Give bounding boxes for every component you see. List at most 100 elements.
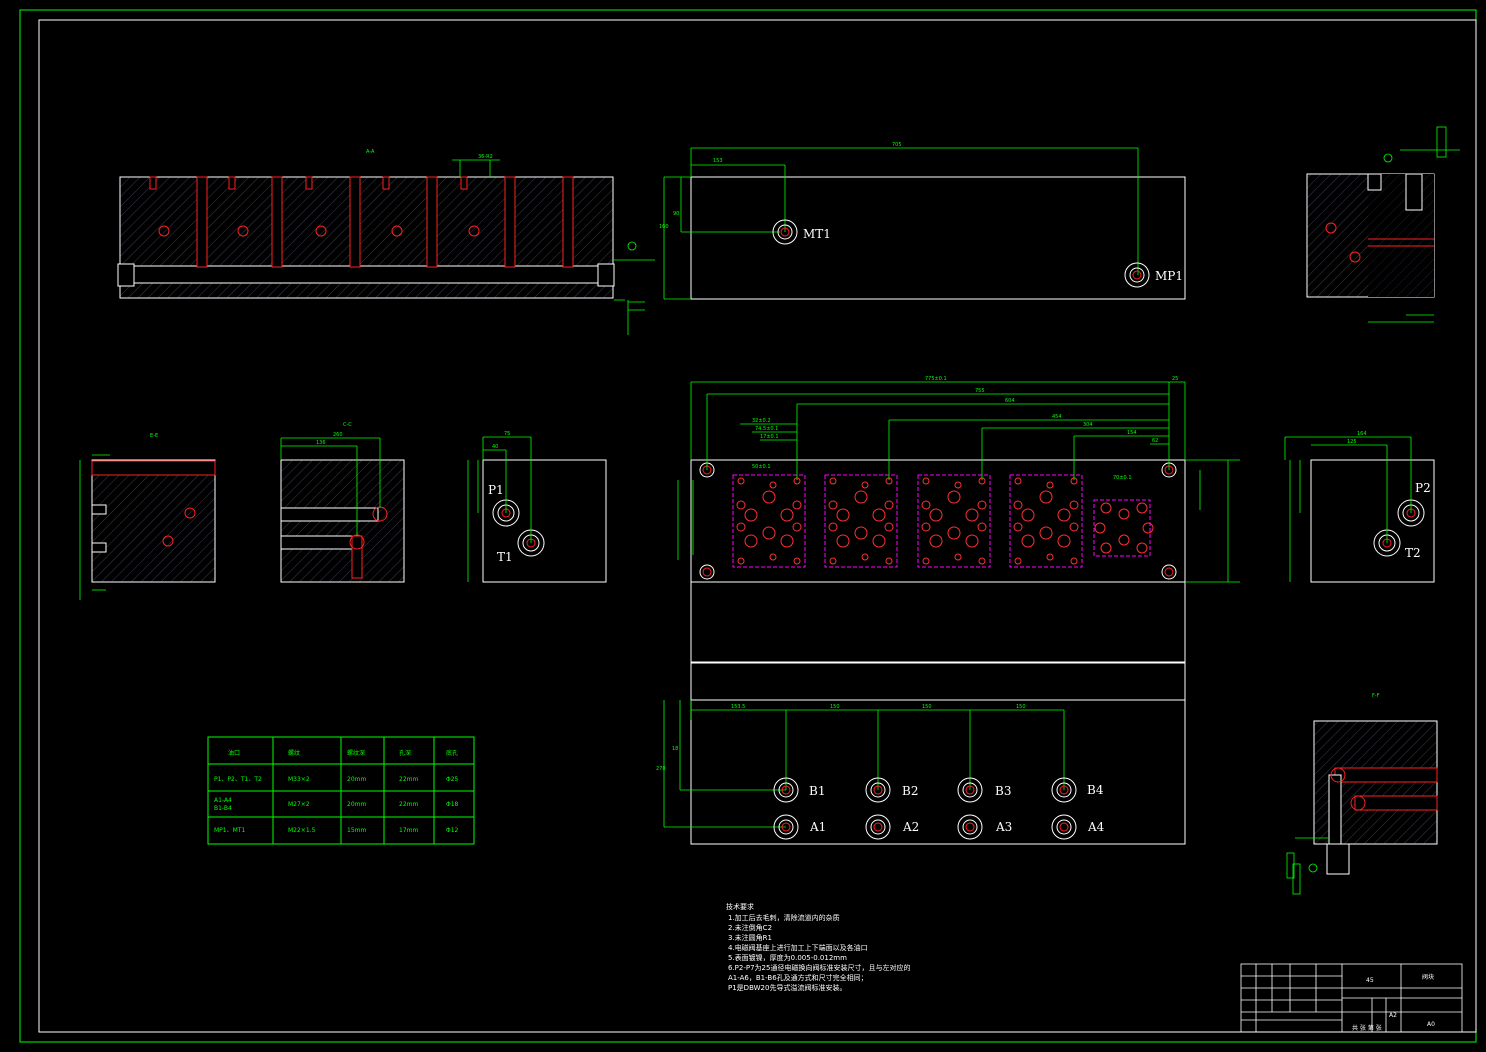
section-aa-view: A-A 36-R2 <box>117 149 655 335</box>
notes-line: A1-A6，B1-B6孔及通方式和尺寸完全相同； <box>728 973 868 982</box>
svg-text:40: 40 <box>492 444 498 450</box>
svg-text:160: 160 <box>659 224 669 230</box>
title-name: 阀块 <box>1422 973 1434 981</box>
valve-port-hole <box>780 508 794 522</box>
inner-frame <box>38 19 1477 1033</box>
valve-port-hole <box>1039 490 1053 504</box>
relief-valve-hole <box>1100 542 1112 554</box>
valve-port-hole <box>780 534 794 548</box>
title-scale: A2 <box>1389 1012 1397 1019</box>
valve-bolt-hole <box>954 481 962 489</box>
valve-port-hole <box>1057 534 1071 548</box>
notes-line: 4.电磁阀基座上进行加工上下端面以及各油口 <box>728 943 868 952</box>
table-cell: M27×2 <box>288 801 310 808</box>
valve-port-hole <box>872 508 886 522</box>
port-b1-label: B1 <box>809 784 825 798</box>
port-outer-ring <box>957 814 983 840</box>
valve-bolt-hole <box>1014 477 1022 485</box>
valve-bolt-hole <box>954 553 962 561</box>
svg-text:50±0.1: 50±0.1 <box>752 464 771 470</box>
table-cell: 20mm <box>347 776 366 783</box>
svg-text:153.5: 153.5 <box>731 704 745 710</box>
valve-pilot-hole <box>977 500 987 510</box>
valve-port-hole <box>929 508 943 522</box>
port-mt1-label: MT1 <box>803 227 831 241</box>
bottom-view: 153.5 150 150 150 270 18 B1 B2 B3 B4 A1 … <box>656 662 1186 845</box>
section-ff-label: F-F <box>1372 693 1380 699</box>
port-b4-label: B4 <box>1087 783 1104 797</box>
svg-text:25: 25 <box>1172 376 1178 382</box>
relief-valve-hole <box>1142 522 1154 534</box>
section-cc-view: C-C 260 136 <box>280 422 405 583</box>
valve-bolt-hole <box>922 557 930 565</box>
port-inner-ring <box>962 819 978 835</box>
table-header: 底孔 <box>446 749 458 757</box>
svg-text:36-R2: 36-R2 <box>478 154 493 160</box>
valve-port-hole <box>929 534 943 548</box>
title-sign: 共 张 第 张 <box>1352 1024 1382 1032</box>
relief-valve-hole <box>1118 508 1130 520</box>
port-a1-label: A1 <box>809 820 826 834</box>
p1-t1-side-view: 75 40 P1 T1 <box>467 431 607 583</box>
svg-text:74.5±0.1: 74.5±0.1 <box>755 426 778 432</box>
svg-text:270: 270 <box>656 766 666 772</box>
section-ee-view: E-E <box>79 433 216 600</box>
p2-t2-side-view: 164 125 P2 T2 <box>1284 431 1435 583</box>
valve-pilot-hole <box>921 522 931 532</box>
valve-port-hole <box>762 526 776 540</box>
port-mp1-label: MP1 <box>1155 269 1183 283</box>
table-header: 螺纹深 <box>347 749 365 757</box>
valve-pilot-hole <box>828 522 838 532</box>
relief-valve-hole <box>1136 502 1148 514</box>
table-cell: Φ25 <box>446 776 459 783</box>
valve-port-hole <box>1039 526 1053 540</box>
table-cell: M22×1.5 <box>288 827 316 834</box>
relief-valve-hole <box>1136 542 1148 554</box>
svg-text:90: 90 <box>673 211 679 217</box>
svg-text:454: 454 <box>1052 414 1062 420</box>
valve-port-hole <box>836 534 850 548</box>
table-cell: 22mm <box>399 776 418 783</box>
svg-text:755: 755 <box>975 388 985 394</box>
svg-text:70±0.1: 70±0.1 <box>1113 475 1132 481</box>
svg-text:18: 18 <box>672 746 678 752</box>
valve-port-hole <box>836 508 850 522</box>
port-bore <box>873 822 883 832</box>
svg-text:150: 150 <box>1016 704 1026 710</box>
valve-port-hole <box>854 526 868 540</box>
section-aa-label: A-A <box>366 149 375 155</box>
valve-bolt-hole <box>861 481 869 489</box>
port-t2-label: T2 <box>1405 546 1421 560</box>
valve-bolt-hole <box>1070 557 1078 565</box>
valve-pilot-hole <box>884 522 894 532</box>
port-outer-ring <box>865 814 891 840</box>
cad-drawing: A-A 36-R2 705 153 90 160 MT1 MP1 E-E C-C… <box>19 9 1477 1043</box>
notes-title: 技术要求 <box>726 902 754 911</box>
notes-line: 1.加工后去毛刺，清除流道内的杂质 <box>728 913 840 922</box>
svg-text:304: 304 <box>1083 422 1093 428</box>
valve-port-hole <box>947 526 961 540</box>
port-outer-ring <box>1051 814 1077 840</box>
valve-port-hole <box>762 490 776 504</box>
valve-bolt-hole <box>793 557 801 565</box>
notes-line: 5.表面镀镍，厚度为0.005-0.012mm <box>728 953 847 962</box>
port-a3-label: A3 <box>995 820 1012 834</box>
svg-text:153: 153 <box>713 158 723 164</box>
section-cc-label: C-C <box>343 422 352 428</box>
title-material: 45 <box>1366 977 1374 984</box>
valve-bolt-hole <box>737 557 745 565</box>
valve-port-hole <box>965 534 979 548</box>
valve-port-hole <box>1021 534 1035 548</box>
valve-bolt-hole <box>1046 553 1054 561</box>
table-cell: MP1、MT1 <box>214 827 245 834</box>
valve-pilot-hole <box>921 500 931 510</box>
valve-pilot-hole <box>1013 500 1023 510</box>
valve-pilot-hole <box>1069 522 1079 532</box>
valve-port-hole <box>854 490 868 504</box>
valve-pilot-hole <box>792 500 802 510</box>
title-sheet: A0 <box>1427 1021 1435 1028</box>
port-t1-label: T1 <box>497 550 513 564</box>
valve-bolt-hole <box>978 557 986 565</box>
valve-pilot-hole <box>792 522 802 532</box>
svg-text:75: 75 <box>504 431 510 437</box>
